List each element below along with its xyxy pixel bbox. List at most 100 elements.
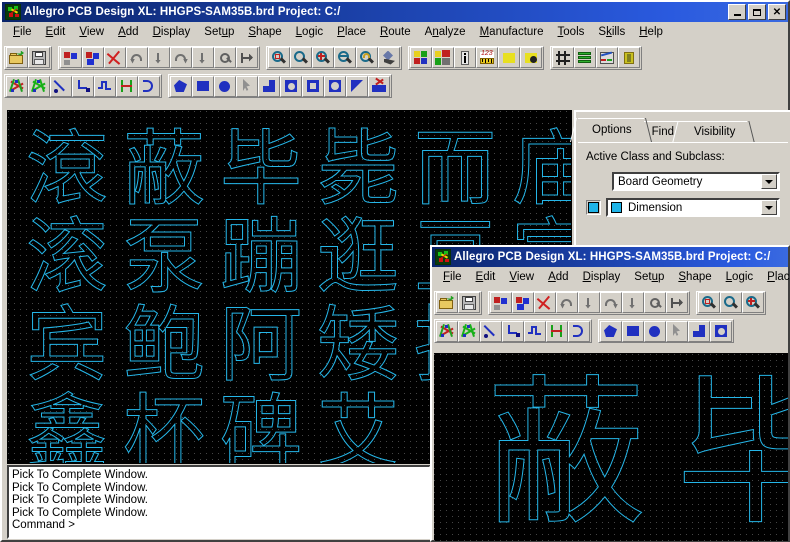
menu-item-view[interactable]: View	[502, 269, 541, 285]
menu-item-help[interactable]: Help	[632, 24, 670, 40]
shape-delete-button[interactable]	[368, 75, 390, 97]
copy-button[interactable]	[512, 292, 534, 313]
menu-item-shape[interactable]: Shape	[671, 269, 718, 285]
pan-button[interactable]	[666, 292, 688, 313]
color-priority-button[interactable]	[432, 47, 454, 68]
cut-button[interactable]	[490, 292, 512, 313]
shape-void-rect-button[interactable]	[302, 75, 324, 97]
shape-void-diag-button[interactable]	[346, 75, 368, 97]
undo-dropdown-button[interactable]	[148, 47, 170, 68]
active-subclass-combo[interactable]: Dimension	[606, 198, 780, 217]
shape-edit-button[interactable]	[258, 75, 280, 97]
ratsnest-off-button[interactable]	[6, 75, 28, 97]
menu-item-add[interactable]: Add	[541, 269, 575, 285]
shape-edit-button[interactable]	[688, 320, 710, 342]
menu-item-logic[interactable]: Logic	[289, 24, 331, 40]
refresh-button[interactable]	[644, 292, 666, 313]
add-connect-button[interactable]	[502, 320, 524, 342]
dehighlight-button[interactable]	[520, 47, 542, 68]
constraint-manager-button[interactable]	[596, 47, 618, 68]
shape-polygon-button[interactable]	[170, 75, 192, 97]
menu-item-display[interactable]: Display	[576, 269, 628, 285]
chevron-down-icon[interactable]	[761, 200, 777, 215]
command-console[interactable]: Pick To Complete Window. Pick To Complete…	[7, 465, 431, 539]
undo-button[interactable]	[126, 47, 148, 68]
layer-stack-button[interactable]	[574, 47, 596, 68]
shape-rect-button[interactable]	[192, 75, 214, 97]
shape-circle-button[interactable]	[214, 75, 236, 97]
menu-item-tools[interactable]: Tools	[551, 24, 592, 40]
menu-item-view[interactable]: View	[72, 24, 111, 40]
menu-item-shape[interactable]: Shape	[241, 24, 288, 40]
zoom-window-button[interactable]	[290, 47, 312, 68]
chevron-down-icon[interactable]	[761, 174, 777, 189]
add-line-button[interactable]	[480, 320, 502, 342]
zoom-fit-button[interactable]	[268, 47, 290, 68]
close-button[interactable]: ✕	[768, 4, 786, 20]
second-window-titlebar[interactable]: Allegro PCB Design XL: HHGPS-SAM35B.brd …	[432, 247, 788, 267]
save-button[interactable]	[28, 47, 50, 68]
maximize-button[interactable]	[748, 4, 766, 20]
zoom-previous-button[interactable]	[356, 47, 378, 68]
menu-item-add[interactable]: Add	[111, 24, 145, 40]
menu-item-setup[interactable]: Setup	[627, 269, 671, 285]
grid-toggle-button[interactable]	[552, 47, 574, 68]
shape-select-button[interactable]	[236, 75, 258, 97]
menu-item-display[interactable]: Display	[146, 24, 198, 40]
refresh-button[interactable]	[214, 47, 236, 68]
menu-item-manufacture[interactable]: Manufacture	[473, 24, 551, 40]
shape-rect-button[interactable]	[622, 320, 644, 342]
undo-button[interactable]	[556, 292, 578, 313]
delay-tune-button[interactable]	[568, 320, 590, 342]
tab-options[interactable]: Options	[570, 118, 652, 142]
delay-tune-button[interactable]	[138, 75, 160, 97]
zoom-in-button[interactable]	[742, 292, 764, 313]
subclass-color-button[interactable]	[586, 200, 601, 215]
shape-polygon-button[interactable]	[600, 320, 622, 342]
custom-smooth-button[interactable]	[116, 75, 138, 97]
redo-button[interactable]	[600, 292, 622, 313]
zoom-out-button[interactable]	[334, 47, 356, 68]
add-connect-button[interactable]	[72, 75, 94, 97]
slide-button[interactable]	[94, 75, 116, 97]
main-window-titlebar[interactable]: Allegro PCB Design XL: HHGPS-SAM35B.brd …	[2, 2, 788, 22]
highlight-button[interactable]	[498, 47, 520, 68]
shape-void-circle-button[interactable]	[710, 320, 732, 342]
zoom-window-button[interactable]	[720, 292, 742, 313]
delete-button[interactable]	[534, 292, 556, 313]
zoom-fit-button[interactable]	[698, 292, 720, 313]
menu-item-place[interactable]: Place	[760, 269, 790, 285]
save-button[interactable]	[458, 292, 480, 313]
open-file-button[interactable]	[436, 292, 458, 313]
slide-button[interactable]	[524, 320, 546, 342]
menu-item-logic[interactable]: Logic	[719, 269, 761, 285]
tab-visibility[interactable]: Visibility	[672, 121, 755, 142]
pan-button[interactable]	[236, 47, 258, 68]
shape-circle-button[interactable]	[644, 320, 666, 342]
menu-item-skills[interactable]: Skills	[591, 24, 632, 40]
menu-item-place[interactable]: Place	[330, 24, 373, 40]
cut-button[interactable]	[60, 47, 82, 68]
shape-void-circle-button[interactable]	[280, 75, 302, 97]
redo-dropdown-button[interactable]	[622, 292, 644, 313]
menu-item-edit[interactable]: Edit	[39, 24, 73, 40]
copy-button[interactable]	[82, 47, 104, 68]
menu-item-analyze[interactable]: Analyze	[418, 24, 473, 40]
delete-button[interactable]	[104, 47, 126, 68]
undo-dropdown-button[interactable]	[578, 292, 600, 313]
second-design-canvas[interactable]: 蔽毕泵蹦	[434, 353, 788, 541]
color-fill-button[interactable]	[378, 47, 400, 68]
menu-item-route[interactable]: Route	[373, 24, 418, 40]
redo-dropdown-button[interactable]	[192, 47, 214, 68]
minimize-button[interactable]	[728, 4, 746, 20]
ratsnest-on-button[interactable]	[458, 320, 480, 342]
add-line-button[interactable]	[50, 75, 72, 97]
drc-button[interactable]	[618, 47, 640, 68]
color-palette-button[interactable]	[410, 47, 432, 68]
open-file-button[interactable]	[6, 47, 28, 68]
ratsnest-on-button[interactable]	[28, 75, 50, 97]
zoom-in-button[interactable]	[312, 47, 334, 68]
ratsnest-off-button[interactable]	[436, 320, 458, 342]
info-button[interactable]	[454, 47, 476, 68]
measure-button[interactable]: 123	[476, 47, 498, 68]
